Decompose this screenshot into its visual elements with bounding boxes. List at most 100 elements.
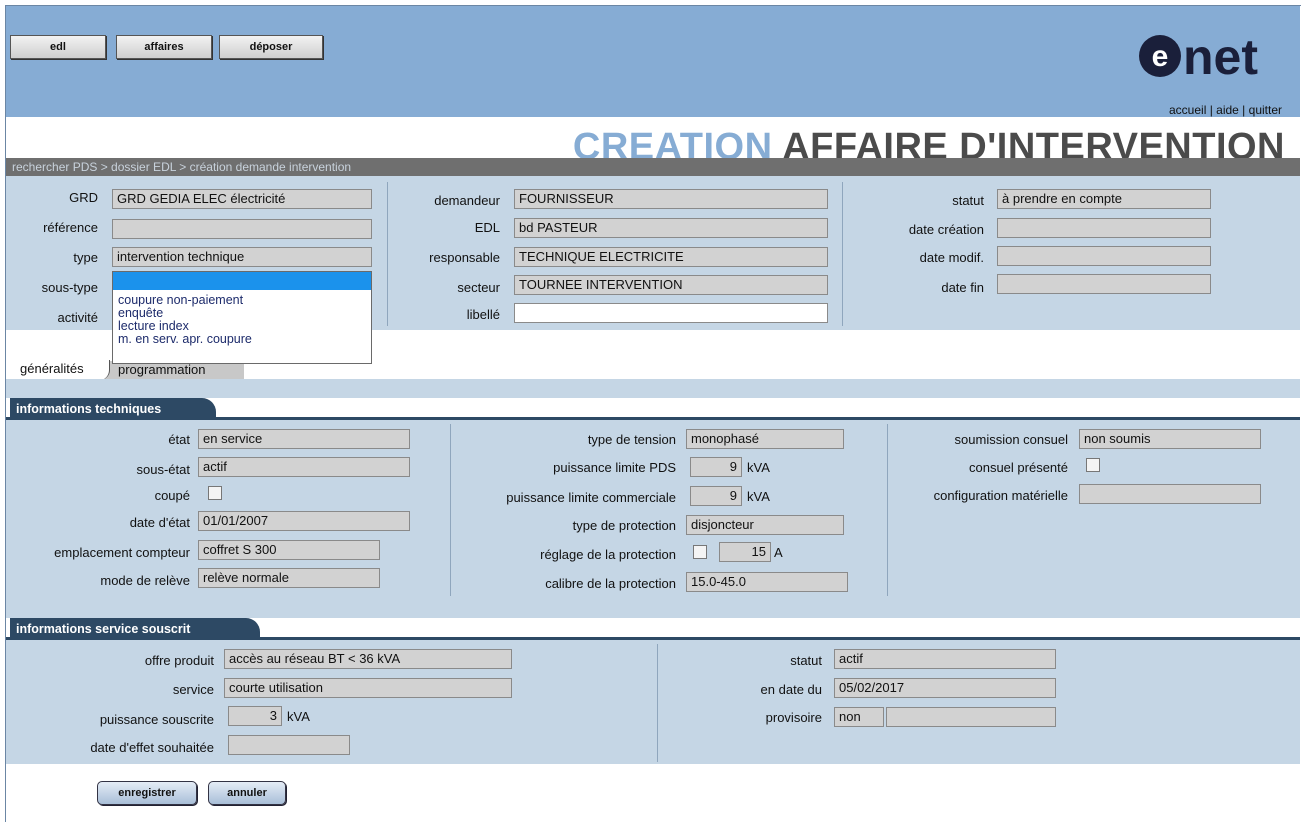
ampere-unit: A (774, 545, 783, 560)
provisoire-field[interactable]: non (834, 707, 884, 727)
column-divider (450, 424, 451, 596)
edl-field[interactable]: bd PASTEUR (514, 218, 828, 238)
mode-releve-field[interactable]: relève normale (198, 568, 380, 588)
type-protection-field[interactable]: disjoncteur (686, 515, 844, 535)
section-gap (6, 598, 1300, 618)
quitter-link[interactable]: quitter (1249, 103, 1282, 117)
date-fin-field[interactable] (997, 274, 1211, 294)
type-field[interactable]: intervention technique (112, 247, 372, 267)
consuel-presente-label: consuel présenté (968, 460, 1068, 475)
app-header: edl affaires déposer e net accueil | aid… (6, 6, 1300, 117)
nav-edl-button[interactable]: edl (10, 35, 106, 59)
configuration-materielle-field[interactable] (1079, 484, 1261, 504)
accueil-link[interactable]: accueil (1169, 103, 1206, 117)
date-creation-label: date création (908, 222, 984, 237)
nav-affaires-button[interactable]: affaires (116, 35, 212, 59)
libelle-label: libellé (466, 307, 500, 322)
libelle-input[interactable] (514, 303, 828, 323)
tab-generalites[interactable]: généralités (14, 360, 110, 380)
service-field[interactable]: courte utilisation (224, 678, 512, 698)
service-statut-field[interactable]: actif (834, 649, 1056, 669)
configuration-materielle-label: configuration matérielle (933, 488, 1068, 503)
puissance-limite-pds-field[interactable]: 9 (690, 457, 742, 477)
nav-deposer-button[interactable]: déposer (219, 35, 323, 59)
reference-label: référence (43, 220, 98, 235)
etat-label: état (168, 432, 190, 447)
etat-field[interactable]: en service (198, 429, 410, 449)
mode-releve-label: mode de relève (100, 573, 190, 588)
offre-produit-field[interactable]: accès au réseau BT < 36 kVA (224, 649, 512, 669)
calibre-protection-label: calibre de la protection (545, 576, 676, 591)
date-effet-souhaitee-label: date d'effet souhaitée (90, 740, 214, 755)
aide-link[interactable]: aide (1216, 103, 1239, 117)
date-etat-label: date d'état (129, 515, 190, 530)
soumission-consuel-field[interactable]: non soumis (1079, 429, 1261, 449)
responsable-label: responsable (429, 250, 500, 265)
grd-label: GRD (69, 190, 98, 205)
type-tension-field[interactable]: monophasé (686, 429, 844, 449)
column-divider (842, 182, 843, 326)
kva-unit: kVA (747, 489, 770, 504)
reference-field[interactable] (112, 219, 372, 239)
link-separator: | (1238, 103, 1249, 117)
page-title-part1: CREATION (572, 126, 773, 158)
coupe-checkbox[interactable] (208, 486, 222, 500)
statut-field[interactable]: à prendre en compte (997, 189, 1211, 209)
kva-unit: kVA (747, 460, 770, 475)
consuel-presente-checkbox[interactable] (1086, 458, 1100, 472)
statut-label: statut (952, 193, 984, 208)
svg-text:net: net (1183, 29, 1258, 84)
emplacement-compteur-field[interactable]: coffret S 300 (198, 540, 380, 560)
puissance-limite-pds-label: puissance limite PDS (553, 460, 676, 475)
puissance-souscrite-label: puissance souscrite (99, 712, 214, 727)
demandeur-label: demandeur (434, 193, 500, 208)
sous-type-label: sous-type (41, 280, 98, 295)
responsable-field[interactable]: TECHNIQUE ELECTRICITE (514, 247, 828, 267)
service-statut-label: statut (790, 653, 822, 668)
date-creation-field[interactable] (997, 218, 1211, 238)
kva-unit: kVA (287, 709, 310, 724)
coupe-label: coupé (154, 488, 190, 503)
enet-logo: e net (1139, 29, 1258, 84)
edl-label: EDL (474, 220, 500, 235)
svg-text:e: e (1152, 40, 1169, 73)
column-divider (657, 644, 658, 762)
en-date-du-field[interactable]: 05/02/2017 (834, 678, 1056, 698)
soumission-consuel-label: soumission consuel (954, 432, 1068, 447)
enregistrer-button[interactable]: enregistrer (97, 781, 197, 805)
date-etat-field[interactable]: 01/01/2007 (198, 511, 410, 531)
grd-field[interactable]: GRD GEDIA ELEC électricité (112, 189, 372, 209)
offre-produit-label: offre produit (144, 653, 214, 668)
service-label: service (172, 682, 214, 697)
reglage-protection-checkbox[interactable] (693, 545, 707, 559)
annuler-button[interactable]: annuler (208, 781, 286, 805)
type-tension-label: type de tension (587, 432, 676, 447)
emplacement-compteur-label: emplacement compteur (54, 545, 190, 560)
column-divider (887, 424, 888, 596)
tech-section-header: informations techniques (6, 398, 1300, 420)
type-label: type (73, 250, 98, 265)
puissance-souscrite-field[interactable]: 3 (228, 706, 282, 726)
service-section-header: informations service souscrit (6, 618, 1300, 640)
reglage-protection-field[interactable]: 15 (719, 542, 771, 562)
secteur-field[interactable]: TOURNEE INTERVENTION (514, 275, 828, 295)
date-fin-label: date fin (941, 280, 984, 295)
top-links: accueil | aide | quitter (1169, 103, 1282, 117)
sous-type-dropdown[interactable]: coupure non-paiement enquête lecture ind… (112, 271, 372, 364)
sous-type-selected[interactable] (113, 272, 371, 290)
page-title: CREATION AFFAIRE D'INTERVENTION (573, 118, 1285, 158)
actions-bar (6, 764, 1300, 821)
type-protection-label: type de protection (572, 518, 676, 533)
demandeur-field[interactable]: FOURNISSEUR (514, 189, 828, 209)
reglage-protection-label: réglage de la protection (540, 547, 676, 562)
provisoire-detail-field[interactable] (886, 707, 1056, 727)
date-modif-field[interactable] (997, 246, 1211, 266)
activite-label: activité (57, 310, 98, 325)
date-effet-souhaitee-field[interactable] (228, 735, 350, 755)
sous-type-option[interactable]: m. en serv. apr. coupure (113, 333, 371, 346)
en-date-du-label: en date du (760, 682, 822, 697)
sous-etat-field[interactable]: actif (198, 457, 410, 477)
sous-etat-label: sous-état (136, 462, 190, 477)
calibre-protection-field[interactable]: 15.0-45.0 (686, 572, 848, 592)
puissance-limite-commerciale-field[interactable]: 9 (690, 486, 742, 506)
